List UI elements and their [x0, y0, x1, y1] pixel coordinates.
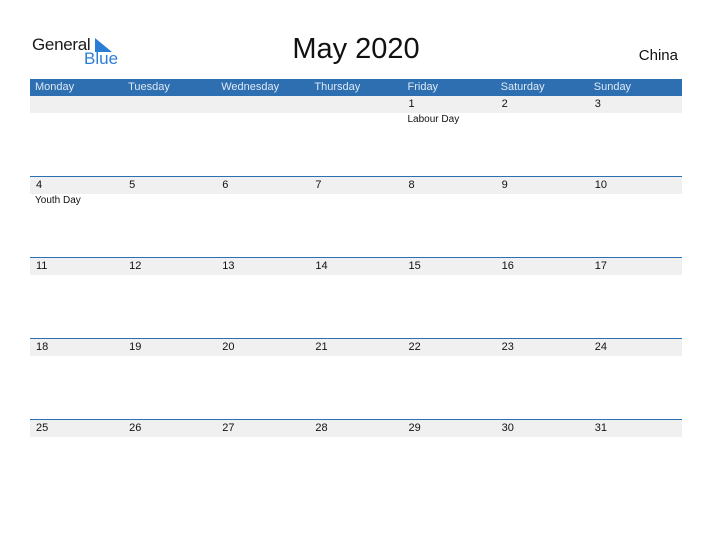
weekday-tuesday: Tuesday — [128, 81, 170, 93]
week-row: 11 12 13 14 15 16 17 — [30, 257, 682, 275]
day-number: 26 — [129, 422, 142, 434]
holiday-label — [309, 113, 402, 127]
day-number: 19 — [129, 341, 142, 353]
holiday-label — [403, 194, 496, 208]
day-number: 2 — [501, 98, 508, 110]
day-number: 31 — [594, 422, 607, 434]
day-number: 21 — [315, 341, 328, 353]
day-number: 14 — [315, 260, 328, 272]
weekday-sunday: Sunday — [593, 81, 632, 93]
day-number: 29 — [408, 422, 421, 434]
day-number: 18 — [36, 341, 49, 353]
event-row: Labour Day — [30, 113, 682, 127]
weekday-thursday: Thursday — [314, 81, 361, 93]
day-number: 10 — [594, 179, 607, 191]
day-number: 6 — [222, 179, 229, 191]
day-number: 12 — [129, 260, 142, 272]
holiday-label — [496, 194, 589, 208]
holiday-label — [309, 194, 402, 208]
day-number — [216, 96, 309, 113]
day-number: 4 — [36, 179, 43, 191]
day-number: 5 — [129, 179, 136, 191]
holiday-label — [30, 113, 123, 127]
day-number: 25 — [36, 422, 49, 434]
day-number: 8 — [408, 179, 415, 191]
holiday-label: Youth Day — [35, 195, 81, 206]
holiday-label: Labour Day — [407, 114, 460, 125]
week-row: 1 2 3 Labour Day — [30, 96, 682, 127]
day-number: 9 — [501, 179, 508, 191]
weekday-header: Monday Tuesday Wednesday Thursday Friday… — [30, 79, 682, 96]
day-number: 30 — [501, 422, 514, 434]
weekday-wednesday: Wednesday — [221, 81, 280, 93]
week-row: 4 5 6 7 8 9 10 Youth Day — [30, 176, 682, 208]
day-number — [123, 96, 216, 113]
day-number: 13 — [222, 260, 235, 272]
day-number: 1 — [408, 98, 415, 110]
day-number-row: 18 19 20 21 22 23 24 — [30, 338, 682, 356]
holiday-label — [496, 113, 589, 127]
day-number: 7 — [315, 179, 322, 191]
day-number-row: 25 26 27 28 29 30 31 — [30, 419, 682, 437]
day-number-row: 11 12 13 14 15 16 17 — [30, 257, 682, 275]
day-number: 3 — [594, 98, 601, 110]
day-number-row: 1 2 3 — [30, 96, 682, 113]
weekday-saturday: Saturday — [500, 81, 545, 93]
weekday-monday: Monday — [35, 81, 75, 93]
day-number: 24 — [594, 341, 607, 353]
holiday-label — [123, 113, 216, 127]
day-number — [30, 96, 123, 113]
holiday-label — [589, 113, 682, 127]
day-number: 11 — [36, 260, 48, 272]
day-number: 23 — [501, 341, 514, 353]
day-number-row: 4 5 6 7 8 9 10 — [30, 176, 682, 194]
day-number: 20 — [222, 341, 235, 353]
country-label: China — [638, 47, 678, 64]
calendar-title: May 2020 — [292, 33, 420, 65]
holiday-label — [216, 194, 309, 208]
day-number: 15 — [408, 260, 421, 272]
day-number: 22 — [408, 341, 421, 353]
day-number: 27 — [222, 422, 235, 434]
holiday-label — [589, 194, 682, 208]
day-number: 28 — [315, 422, 328, 434]
week-row: 25 26 27 28 29 30 31 — [30, 419, 682, 437]
day-number: 16 — [501, 260, 514, 272]
week-row: 18 19 20 21 22 23 24 — [30, 338, 682, 356]
day-number — [309, 96, 402, 113]
event-row: Youth Day — [30, 194, 682, 208]
holiday-label — [216, 113, 309, 127]
holiday-label — [123, 194, 216, 208]
weekday-friday: Friday — [407, 81, 439, 93]
day-number: 17 — [594, 260, 607, 272]
